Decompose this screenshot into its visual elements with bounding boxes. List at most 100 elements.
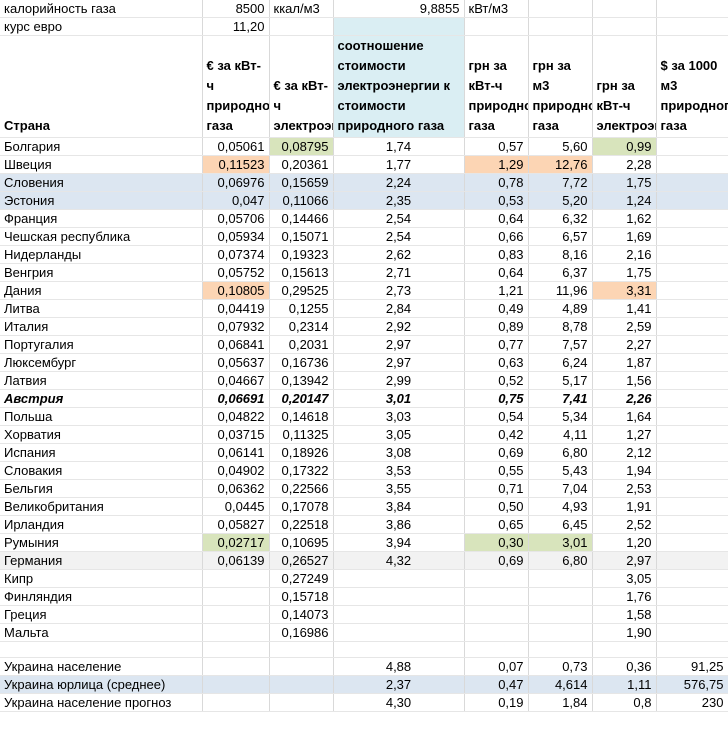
- table-cell[interactable]: Швеция: [0, 155, 203, 174]
- table-cell[interactable]: [656, 371, 728, 390]
- table-cell[interactable]: Румыния: [0, 533, 203, 552]
- table-cell[interactable]: 0,11325: [269, 425, 334, 444]
- table-cell[interactable]: 0,0445: [202, 497, 270, 516]
- table-cell[interactable]: [656, 515, 728, 534]
- table-cell[interactable]: 3,03: [333, 407, 465, 426]
- table-cell[interactable]: 1,20: [592, 533, 657, 552]
- table-cell[interactable]: 0,16986: [269, 623, 334, 642]
- table-cell[interactable]: 4,88: [333, 657, 465, 676]
- table-cell[interactable]: 0,04902: [202, 461, 270, 480]
- table-cell[interactable]: 0,2314: [269, 317, 334, 336]
- table-cell[interactable]: 91,25: [656, 657, 728, 676]
- table-cell[interactable]: Испания: [0, 443, 203, 462]
- table-cell[interactable]: 0,06841: [202, 335, 270, 354]
- table-cell[interactable]: 2,99: [333, 371, 465, 390]
- table-cell[interactable]: 0,05752: [202, 263, 270, 282]
- table-cell[interactable]: 0,17078: [269, 497, 334, 516]
- table-cell[interactable]: Литва: [0, 299, 203, 318]
- table-cell[interactable]: 4,614: [528, 675, 593, 694]
- table-cell[interactable]: 1,74: [333, 137, 465, 156]
- table-cell[interactable]: [656, 623, 728, 642]
- table-cell[interactable]: 0,06139: [202, 551, 270, 570]
- table-cell[interactable]: 0,14618: [269, 407, 334, 426]
- table-cell[interactable]: 3,08: [333, 443, 465, 462]
- table-cell[interactable]: 0,64: [464, 263, 529, 282]
- header-usd-1000[interactable]: $ за 1000 м3 природного газа: [656, 35, 728, 138]
- table-cell[interactable]: 7,41: [528, 389, 593, 408]
- table-cell[interactable]: Латвия: [0, 371, 203, 390]
- table-cell[interactable]: [202, 675, 270, 694]
- table-cell[interactable]: 4,30: [333, 693, 465, 712]
- table-cell[interactable]: [202, 569, 270, 588]
- table-cell[interactable]: Нидерланды: [0, 245, 203, 264]
- table-cell[interactable]: 1,64: [592, 407, 657, 426]
- table-cell[interactable]: 3,05: [592, 569, 657, 588]
- table-cell[interactable]: 1,24: [592, 191, 657, 210]
- cell-empty[interactable]: [592, 0, 657, 18]
- table-cell[interactable]: 8,16: [528, 245, 593, 264]
- table-cell[interactable]: 1,41: [592, 299, 657, 318]
- table-cell[interactable]: 0,30: [464, 533, 529, 552]
- table-cell[interactable]: 0,15718: [269, 587, 334, 606]
- table-cell[interactable]: [656, 461, 728, 480]
- table-cell[interactable]: 6,80: [528, 551, 593, 570]
- table-cell[interactable]: 0,04667: [202, 371, 270, 390]
- table-cell[interactable]: 0,14073: [269, 605, 334, 624]
- table-cell[interactable]: Греция: [0, 605, 203, 624]
- table-cell[interactable]: 0,52: [464, 371, 529, 390]
- table-cell[interactable]: [202, 693, 270, 712]
- table-cell[interactable]: [656, 407, 728, 426]
- table-cell[interactable]: 7,04: [528, 479, 593, 498]
- header-ratio[interactable]: соотношение стоимости электроэнергии к с…: [333, 35, 465, 138]
- cell-unit[interactable]: ккал/м3: [269, 0, 334, 18]
- table-cell[interactable]: [656, 227, 728, 246]
- table-cell[interactable]: 3,94: [333, 533, 465, 552]
- table-cell[interactable]: [333, 623, 465, 642]
- table-cell[interactable]: [656, 155, 728, 174]
- table-cell[interactable]: Люксембург: [0, 353, 203, 372]
- table-cell[interactable]: 2,27: [592, 335, 657, 354]
- table-cell[interactable]: 12,76: [528, 155, 593, 174]
- table-cell[interactable]: 2,28: [592, 155, 657, 174]
- table-cell[interactable]: 0,36: [592, 657, 657, 676]
- table-cell[interactable]: [333, 587, 465, 606]
- table-cell[interactable]: 2,97: [333, 353, 465, 372]
- table-cell[interactable]: Эстония: [0, 191, 203, 210]
- table-cell[interactable]: 0,15071: [269, 227, 334, 246]
- table-cell[interactable]: 0,11523: [202, 155, 270, 174]
- table-cell[interactable]: [464, 605, 529, 624]
- table-cell[interactable]: [656, 209, 728, 228]
- table-cell[interactable]: Кипр: [0, 569, 203, 588]
- table-cell[interactable]: 5,60: [528, 137, 593, 156]
- table-cell[interactable]: [656, 317, 728, 336]
- table-cell[interactable]: 1,77: [333, 155, 465, 174]
- table-cell[interactable]: [656, 551, 728, 570]
- table-cell[interactable]: Украина юрлица (среднее): [0, 675, 203, 694]
- table-cell[interactable]: 3,55: [333, 479, 465, 498]
- table-cell[interactable]: 0,49: [464, 299, 529, 318]
- table-cell[interactable]: 0,2031: [269, 335, 334, 354]
- table-cell[interactable]: 8,78: [528, 317, 593, 336]
- table-cell[interactable]: 0,47: [464, 675, 529, 694]
- table-cell[interactable]: Финляндия: [0, 587, 203, 606]
- header-uah-kwh-gas[interactable]: грн за кВт-ч природного газа: [464, 35, 529, 138]
- table-cell[interactable]: [269, 675, 334, 694]
- table-cell[interactable]: 0,05637: [202, 353, 270, 372]
- table-cell[interactable]: 6,24: [528, 353, 593, 372]
- table-cell[interactable]: [656, 173, 728, 192]
- table-cell[interactable]: [464, 569, 529, 588]
- cell-empty[interactable]: [464, 17, 529, 36]
- table-cell[interactable]: 4,89: [528, 299, 593, 318]
- table-cell[interactable]: 2,97: [333, 335, 465, 354]
- table-cell[interactable]: 0,27249: [269, 569, 334, 588]
- table-cell[interactable]: 0,22566: [269, 479, 334, 498]
- table-cell[interactable]: Италия: [0, 317, 203, 336]
- table-cell[interactable]: 0,11066: [269, 191, 334, 210]
- table-cell[interactable]: [656, 299, 728, 318]
- table-cell[interactable]: 0,18926: [269, 443, 334, 462]
- table-cell[interactable]: 0,06362: [202, 479, 270, 498]
- table-cell[interactable]: Болгария: [0, 137, 203, 156]
- table-cell[interactable]: 3,01: [333, 389, 465, 408]
- table-cell[interactable]: 0,07: [464, 657, 529, 676]
- table-cell[interactable]: [202, 641, 270, 658]
